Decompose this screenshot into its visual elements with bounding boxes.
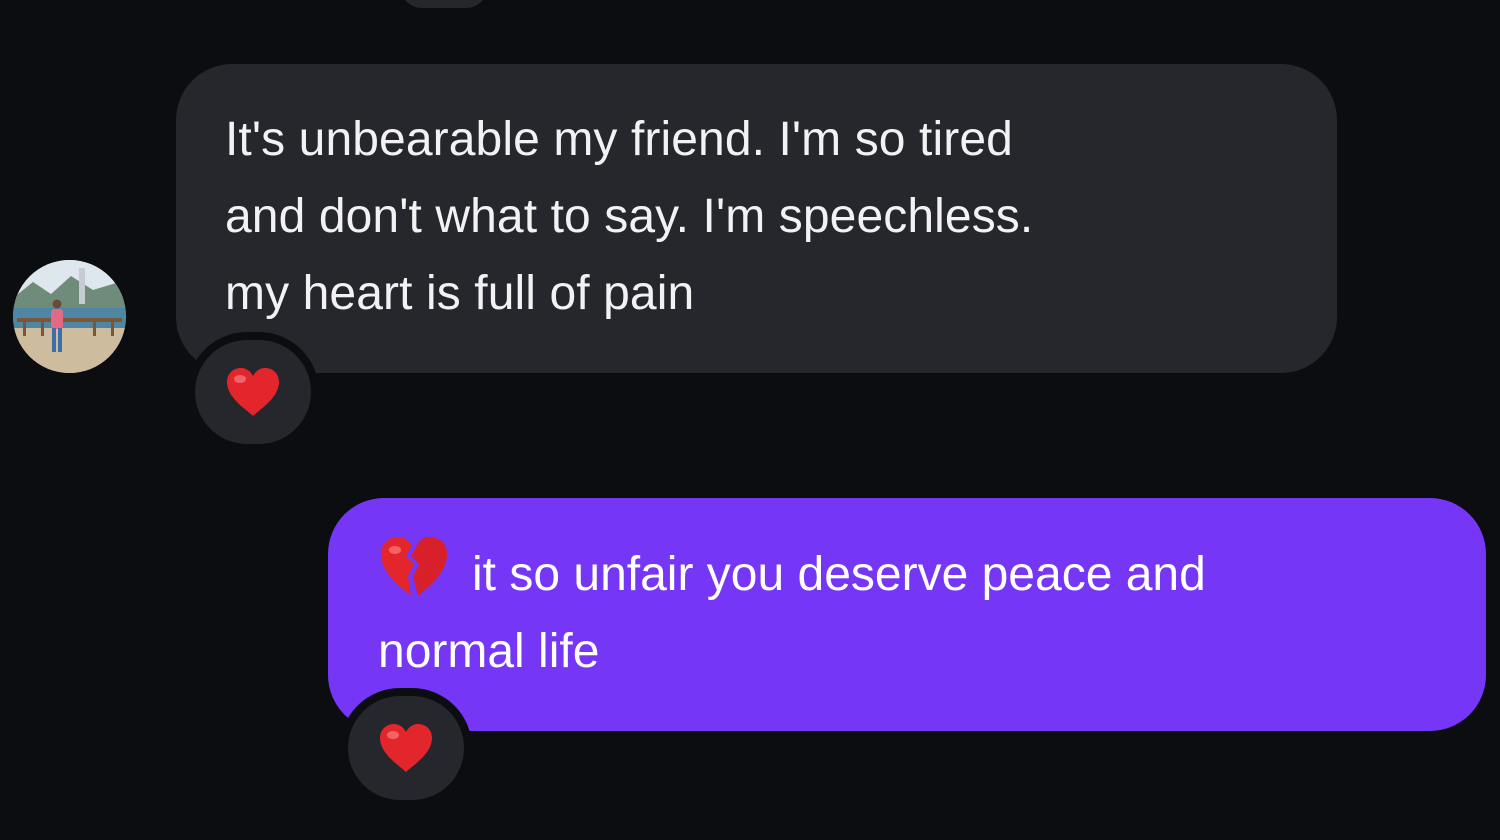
message-text-line: normal life <box>378 625 600 678</box>
incoming-message-reaction[interactable] <box>195 340 311 444</box>
broken-heart-icon <box>381 537 447 596</box>
message-text: it so unfair you deserve peace and <box>472 548 1206 601</box>
previous-message-reaction[interactable] <box>400 0 488 8</box>
red-heart-icon <box>380 724 432 772</box>
message-text-line: It's unbearable my friend. I'm so tired <box>225 113 1013 166</box>
outgoing-message-bubble[interactable]: it so unfair you deserve peace and norma… <box>328 498 1486 731</box>
red-heart-icon <box>227 368 279 416</box>
message-text-line: it so unfair you deserve peace and <box>378 534 1446 613</box>
contact-avatar[interactable] <box>13 260 126 373</box>
message-text-line: my heart is full of pain <box>225 267 695 320</box>
outgoing-message-reaction[interactable] <box>348 696 464 800</box>
message-text-line: and don't what to say. I'm speechless. <box>225 190 1034 243</box>
chat-screen: It's unbearable my friend. I'm so tired … <box>0 0 1500 840</box>
incoming-message-bubble[interactable]: It's unbearable my friend. I'm so tired … <box>176 64 1337 373</box>
